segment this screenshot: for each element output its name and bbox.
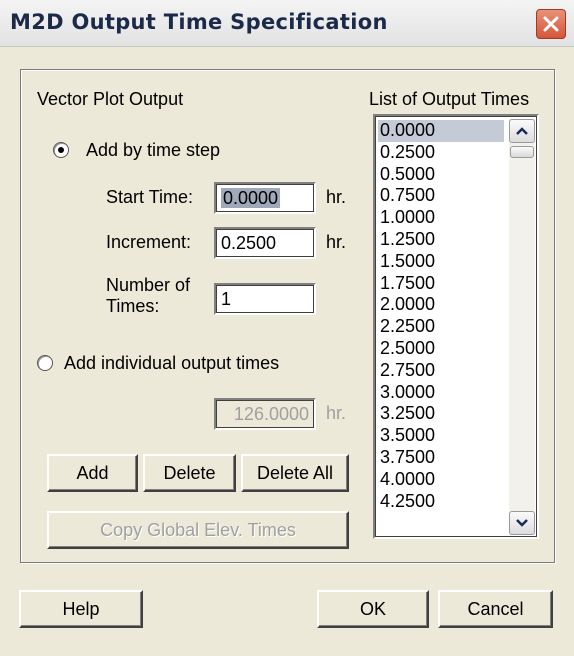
number-of-times-value: 1 [221,289,232,309]
list-item[interactable]: 1.5000 [378,251,504,273]
individual-times-radio-label[interactable]: Add individual output times [64,353,279,374]
increment-unit: hr. [326,232,347,252]
list-item[interactable]: 4.0000 [378,469,504,491]
list-item[interactable]: 2.0000 [378,294,504,316]
start-time-label: Start Time: [106,187,194,207]
window-title: M2D Output Time Specification [10,10,388,34]
individual-time-input[interactable]: 126.0000 [214,398,316,430]
help-button[interactable]: Help [19,590,143,628]
list-item[interactable]: 2.2500 [378,316,504,338]
ok-button[interactable]: OK [317,590,429,628]
delete-all-button-label: Delete All [256,462,334,483]
list-item[interactable]: 4.2500 [378,491,504,513]
copy-global-button-label: Copy Global Elev. Times [100,519,296,540]
list-item[interactable]: 0.5000 [378,164,504,186]
increment-value: 0.2500 [221,233,277,253]
individual-time-value: 126.0000 [233,404,309,424]
list-item[interactable]: 1.2500 [378,229,504,251]
close-button[interactable] [536,9,566,39]
chevron-down-icon [516,519,528,527]
add-button-label: Add [76,462,109,483]
output-times-items: 0.0000 0.2500 0.5000 0.7500 1.0000 1.2500 1.50… [378,120,504,512]
list-item[interactable]: 0.0000 [378,120,504,142]
start-time-value: 0.0000 [221,188,281,208]
cancel-button[interactable]: Cancel [438,590,553,628]
close-icon [543,16,559,32]
time-step-radio-label[interactable]: Add by time step [86,140,220,161]
list-item[interactable]: 0.7500 [378,185,504,207]
list-item[interactable]: 0.2500 [378,142,504,164]
list-item[interactable]: 2.5000 [378,338,504,360]
list-item[interactable]: 2.7500 [378,360,504,382]
time-step-radio[interactable] [53,142,69,158]
copy-global-elev-times-button[interactable]: Copy Global Elev. Times [47,511,349,549]
scroll-thumb[interactable] [510,146,534,158]
add-button[interactable]: Add [47,454,138,492]
list-item[interactable]: 1.7500 [378,273,504,295]
list-title: List of Output Times [369,89,530,109]
ok-button-label: OK [359,598,386,619]
scroll-up-button[interactable] [509,119,535,143]
increment-label: Increment: [106,232,192,252]
list-item[interactable]: 1.0000 [378,207,504,229]
help-button-label: Help [62,598,100,619]
list-scrollbar[interactable] [509,119,535,535]
list-item[interactable]: 3.0000 [378,382,504,404]
scroll-down-button[interactable] [509,511,535,535]
number-of-times-input[interactable]: 1 [214,283,316,315]
chevron-up-icon [516,127,528,135]
list-item[interactable]: 3.5000 [378,425,504,447]
list-item[interactable]: 3.2500 [378,403,504,425]
individual-time-unit: hr. [326,403,347,423]
increment-input[interactable]: 0.2500 [214,227,316,259]
delete-all-button[interactable]: Delete All [241,454,349,492]
number-of-times-label-line1: Number of [106,275,191,295]
dialog-window: M2D Output Time Specification Vector Plo… [0,0,574,656]
title-bar[interactable]: M2D Output Time Specification [0,0,574,47]
number-of-times-label-line2: Times: [106,296,160,316]
delete-button-label: Delete [163,462,216,483]
start-time-unit: hr. [326,187,347,207]
start-time-input[interactable]: 0.0000 [214,182,316,214]
output-times-list[interactable]: 0.0000 0.2500 0.5000 0.7500 1.0000 1.2500 1.50… [373,114,539,539]
group-title: Vector Plot Output [37,89,184,109]
cancel-button-label: Cancel [467,598,524,619]
list-item[interactable]: 3.7500 [378,447,504,469]
delete-button[interactable]: Delete [143,454,236,492]
individual-times-radio[interactable] [37,355,53,371]
